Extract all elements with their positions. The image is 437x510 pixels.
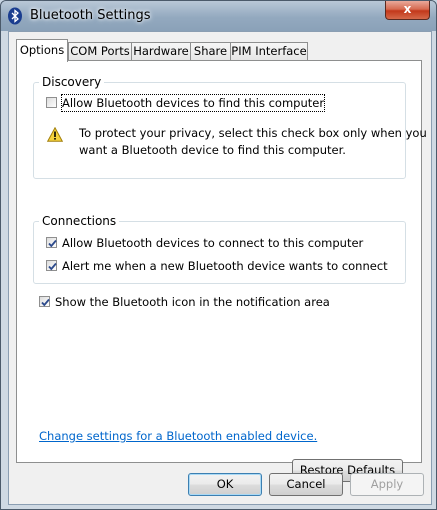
allow-find-checkbox[interactable]: Allow Bluetooth devices to find this com… bbox=[46, 94, 386, 112]
show-icon-checkbox[interactable]: Show the Bluetooth icon in the notificat… bbox=[39, 294, 389, 310]
tab-share[interactable]: Share bbox=[190, 42, 231, 61]
allow-connect-checkbox-box[interactable] bbox=[46, 237, 57, 248]
checkmark-icon bbox=[41, 298, 50, 307]
alert-connect-checkbox[interactable]: Alert me when a new Bluetooth device wan… bbox=[46, 258, 396, 274]
tab-options[interactable]: Options bbox=[16, 39, 68, 62]
show-icon-label: Show the Bluetooth icon in the notificat… bbox=[55, 295, 330, 309]
discovery-group: Discovery Allow Bluetooth devices to fin… bbox=[33, 75, 427, 179]
bluetooth-settings-window: Bluetooth Settings x Options COM Ports H… bbox=[0, 0, 437, 510]
bluetooth-icon bbox=[7, 7, 23, 25]
options-panel: Discovery Allow Bluetooth devices to fin… bbox=[16, 60, 427, 482]
close-icon: x bbox=[403, 2, 412, 16]
allow-find-label: Allow Bluetooth devices to find this com… bbox=[60, 94, 326, 112]
ok-button[interactable]: OK bbox=[188, 473, 262, 496]
tab-label: Options bbox=[19, 43, 65, 57]
close-button[interactable]: x bbox=[385, 1, 430, 20]
tab-hardware[interactable]: Hardware bbox=[131, 42, 191, 61]
title-bar[interactable]: Bluetooth Settings x bbox=[1, 1, 436, 31]
checkmark-icon bbox=[48, 239, 57, 248]
alert-connect-label: Alert me when a new Bluetooth device wan… bbox=[62, 259, 388, 273]
discovery-group-title: Discovery bbox=[39, 75, 105, 89]
tab-pim-interface[interactable]: PIM Interface bbox=[230, 42, 308, 61]
allow-find-checkbox-box[interactable] bbox=[46, 97, 57, 108]
warning-icon bbox=[46, 126, 64, 142]
tab-label: COM Ports bbox=[70, 44, 130, 58]
apply-button[interactable]: Apply bbox=[350, 473, 424, 496]
show-icon-checkbox-box[interactable] bbox=[39, 296, 50, 307]
alert-connect-checkbox-box[interactable] bbox=[46, 260, 57, 271]
checkmark-icon bbox=[48, 262, 57, 271]
window-title: Bluetooth Settings bbox=[30, 8, 151, 23]
connections-group-title: Connections bbox=[39, 214, 120, 228]
change-device-settings-link[interactable]: Change settings for a Bluetooth enabled … bbox=[39, 429, 317, 443]
tab-label: PIM Interface bbox=[231, 44, 307, 58]
allow-connect-label: Allow Bluetooth devices to connect to th… bbox=[62, 236, 364, 250]
allow-connect-checkbox[interactable]: Allow Bluetooth devices to connect to th… bbox=[46, 235, 386, 251]
cancel-button[interactable]: Cancel bbox=[269, 473, 343, 496]
tab-label: Hardware bbox=[133, 44, 189, 58]
tab-com-ports[interactable]: COM Ports bbox=[68, 42, 132, 61]
privacy-warning-text: To protect your privacy, select this che… bbox=[79, 126, 427, 157]
tab-label: Share bbox=[193, 44, 228, 58]
connections-group: Connections Allow Bluetooth devices to c… bbox=[33, 214, 406, 284]
dialog-client-area: Options COM Ports Hardware Share PIM Int… bbox=[8, 31, 432, 505]
